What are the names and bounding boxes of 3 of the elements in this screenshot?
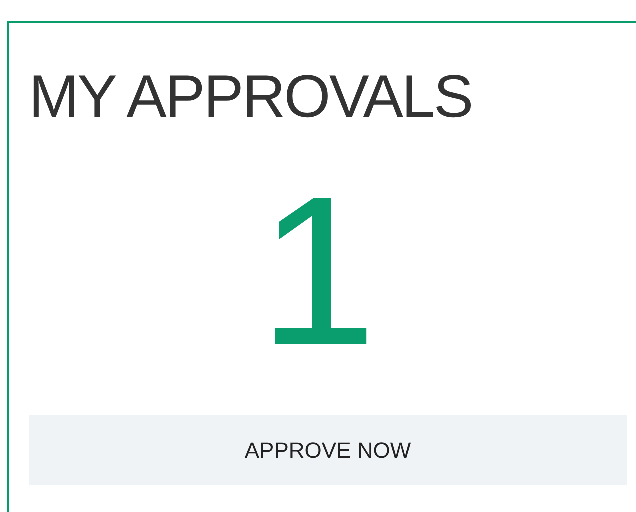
approve-now-button[interactable]: APPROVE NOW	[29, 415, 627, 485]
approval-count: 1	[259, 165, 377, 377]
card-title: MY APPROVALS	[29, 67, 472, 127]
